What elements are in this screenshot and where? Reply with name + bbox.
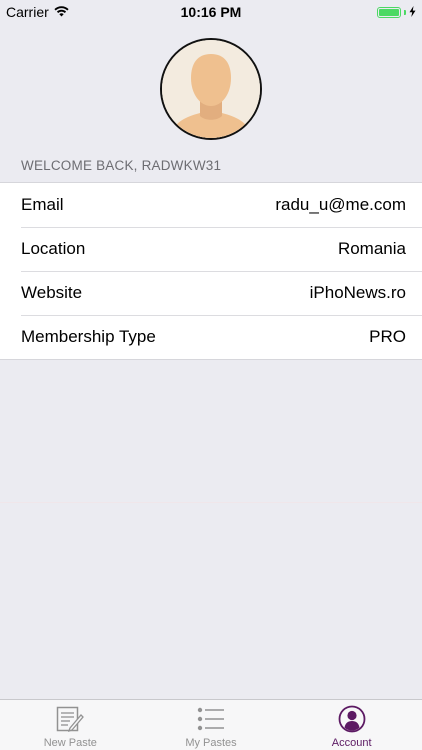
website-value: iPhoNews.ro xyxy=(309,283,406,302)
email-label: Email xyxy=(21,195,64,214)
tab-bar: New Paste My Pastes Account xyxy=(0,699,422,750)
status-time: 10:16 PM xyxy=(180,4,242,20)
tab-account[interactable]: Account xyxy=(281,700,422,750)
welcome-header: WELCOME BACK, RADWKW31 xyxy=(21,158,222,173)
account-icon xyxy=(337,704,367,734)
battery-icon xyxy=(377,6,401,18)
tab-my-pastes[interactable]: My Pastes xyxy=(141,700,282,750)
battery-cap xyxy=(404,9,406,15)
status-left: Carrier xyxy=(6,4,146,20)
tab-new-paste-label: New Paste xyxy=(43,737,97,749)
charging-icon xyxy=(409,4,416,20)
membership-value: PRO xyxy=(369,327,406,346)
status-right xyxy=(276,4,416,20)
tab-my-pastes-label: My Pastes xyxy=(185,737,237,749)
carrier-label: Carrier xyxy=(6,4,49,20)
status-bar: Carrier 10:16 PM xyxy=(0,0,422,24)
avatar[interactable] xyxy=(160,38,262,140)
tab-new-paste[interactable]: New Paste xyxy=(0,700,141,750)
battery-fill xyxy=(379,8,399,16)
email-value: radu_u@me.com xyxy=(275,195,406,214)
tab-account-label: Account xyxy=(331,737,372,749)
membership-label: Membership Type xyxy=(21,327,156,346)
avatar-placeholder-icon xyxy=(162,40,260,138)
location-label: Location xyxy=(21,239,86,258)
location-value: Romania xyxy=(337,239,406,258)
wifi-icon xyxy=(54,4,69,20)
detail-row-membership[interactable]: Membership Type PRO xyxy=(0,315,422,359)
detail-row-location[interactable]: Location Romania xyxy=(0,227,422,271)
edit-document-icon xyxy=(55,704,85,734)
detail-row-email[interactable]: Email radu_u@me.com xyxy=(0,183,422,227)
empty-content-area xyxy=(0,362,422,503)
website-label: Website xyxy=(21,283,83,302)
account-details-table: Email radu_u@me.com Location Romania Web… xyxy=(0,182,422,360)
detail-row-website[interactable]: Website iPhoNews.ro xyxy=(0,271,422,315)
list-icon xyxy=(196,704,226,734)
